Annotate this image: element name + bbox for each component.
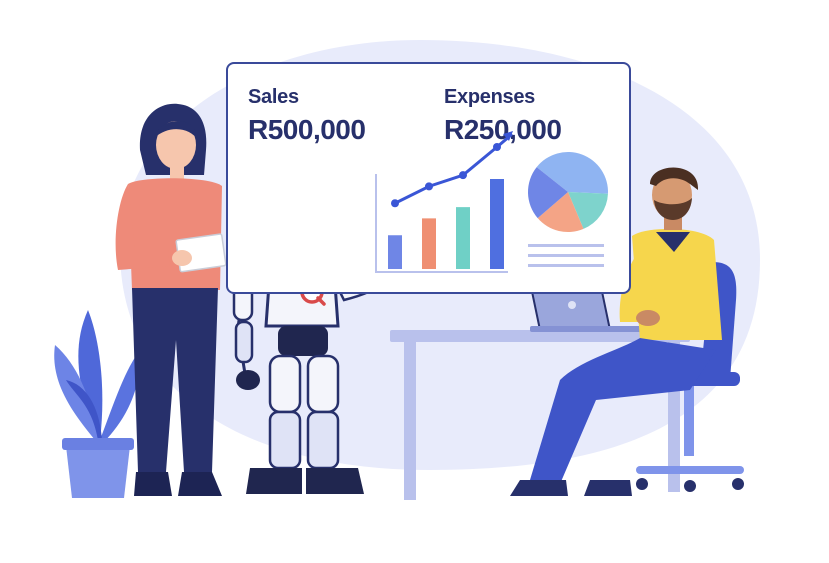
plant-illustration bbox=[54, 310, 141, 498]
trend-point-4 bbox=[493, 143, 501, 151]
presentation-board: Sales R500,000 Expenses R250,000 bbox=[226, 62, 631, 294]
bar-2 bbox=[422, 218, 436, 269]
trend-point-1 bbox=[391, 199, 399, 208]
bar-1 bbox=[388, 235, 402, 269]
bar-3 bbox=[456, 207, 470, 269]
bar-chart bbox=[375, 131, 513, 273]
bar-4 bbox=[490, 179, 504, 269]
trend-point-2 bbox=[425, 182, 433, 191]
board-charts bbox=[375, 131, 608, 273]
pie-legend-lines bbox=[528, 244, 604, 267]
trend-point-3 bbox=[459, 171, 467, 180]
pie-chart bbox=[528, 151, 608, 233]
